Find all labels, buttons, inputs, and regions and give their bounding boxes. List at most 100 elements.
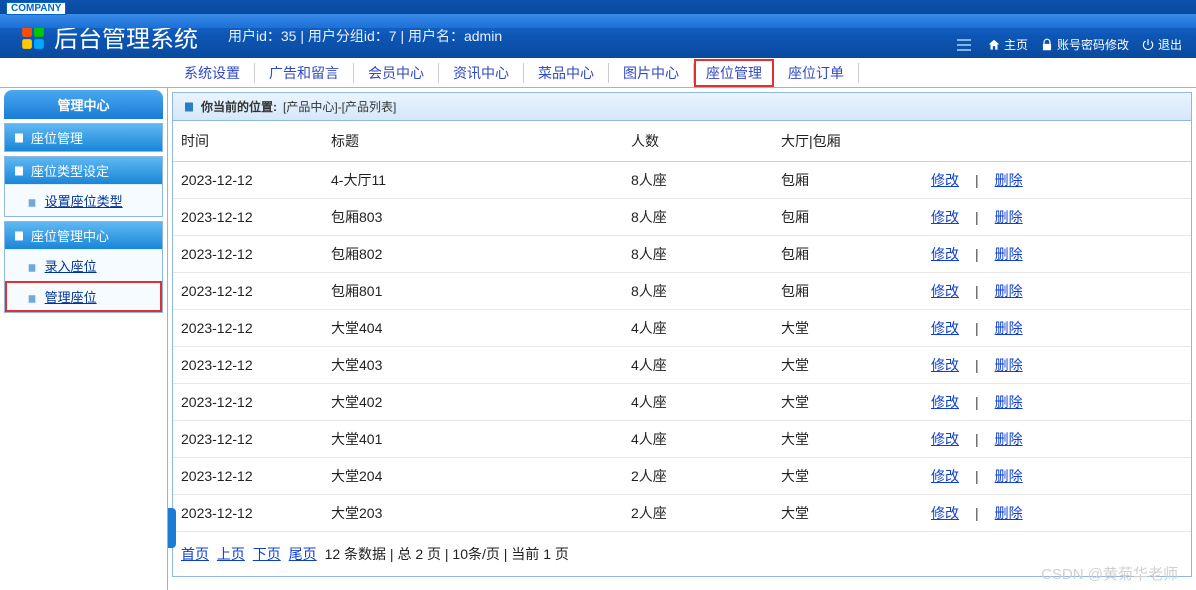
cell-date: 2023-12-12 [173,273,323,310]
nav-seats[interactable]: 座位管理 [694,59,774,87]
pagination: 首页 上页 下页 尾页 12 条数据 | 总 2 页 | 10条/页 | 当前 … [173,532,1191,576]
sidebar-header-type[interactable]: 座位类型设定 [5,157,162,184]
cell-title: 包厢802 [323,236,623,273]
page-prev[interactable]: 上页 [217,546,245,562]
col-actions [923,121,1191,162]
page-icon [27,198,37,208]
cell-date: 2023-12-12 [173,310,323,347]
cell-area: 大堂 [773,495,923,532]
page-icon [27,263,37,273]
header: 后台管理系统 用户id：35 | 用户分组id：7 | 用户名：admin 主页… [0,0,1196,58]
menu-icon[interactable] [957,39,971,51]
logout-button[interactable]: 退出 [1137,34,1186,55]
delete-link[interactable]: 删除 [995,431,1023,447]
edit-link[interactable]: 修改 [931,505,959,521]
cell-date: 2023-12-12 [173,384,323,421]
cell-date: 2023-12-12 [173,236,323,273]
cell-title: 包厢801 [323,273,623,310]
cell-area: 包厢 [773,273,923,310]
delete-link[interactable]: 删除 [995,394,1023,410]
sidebar-item-set-type[interactable]: 设置座位类型 [5,184,162,216]
edit-link[interactable]: 修改 [931,246,959,262]
cell-date: 2023-12-12 [173,199,323,236]
edit-link[interactable]: 修改 [931,394,959,410]
edit-link[interactable]: 修改 [931,357,959,373]
page-next[interactable]: 下页 [253,546,281,562]
nav-members[interactable]: 会员中心 [354,63,439,83]
sidebar-header-center[interactable]: 座位管理中心 [5,222,162,249]
nav-orders[interactable]: 座位订单 [774,63,859,83]
cell-people: 2人座 [623,458,773,495]
cell-actions: 修改|删除 [923,495,1191,532]
sidebar-tab[interactable]: 管理中心 [4,90,163,119]
cell-actions: 修改|删除 [923,384,1191,421]
cell-actions: 修改|删除 [923,347,1191,384]
page-first[interactable]: 首页 [181,546,209,562]
change-password-button[interactable]: 账号密码修改 [1036,34,1133,55]
delete-link[interactable]: 删除 [995,505,1023,521]
cell-title: 大堂401 [323,421,623,458]
cell-actions: 修改|删除 [923,236,1191,273]
col-time: 时间 [173,121,323,162]
cell-area: 大堂 [773,458,923,495]
nav-ads[interactable]: 广告和留言 [255,63,354,83]
sidebar: 管理中心 座位管理 座位类型设定 设置座位类型 座位管理中心 [0,88,168,590]
table-row: 2023-12-12大堂2032人座大堂修改|删除 [173,495,1191,532]
delete-link[interactable]: 删除 [995,468,1023,484]
content-area: 你当前的位置: [产品中心]-[产品列表] 时间 标题 人数 大厅|包厢 202… [168,88,1196,590]
edit-link[interactable]: 修改 [931,468,959,484]
cell-people: 8人座 [623,199,773,236]
cell-date: 2023-12-12 [173,162,323,199]
cell-area: 大堂 [773,421,923,458]
nav-system[interactable]: 系统设置 [170,63,255,83]
nav-news[interactable]: 资讯中心 [439,63,524,83]
edit-link[interactable]: 修改 [931,320,959,336]
page-last[interactable]: 尾页 [289,546,317,562]
table-row: 2023-12-124-大厅118人座包厢修改|删除 [173,162,1191,199]
power-icon [1141,38,1155,52]
edit-link[interactable]: 修改 [931,431,959,447]
doc-icon [13,230,25,242]
cell-title: 大堂203 [323,495,623,532]
cell-people: 8人座 [623,236,773,273]
cell-title: 大堂204 [323,458,623,495]
page-icon [27,294,37,304]
sidebar-item-add-seat[interactable]: 录入座位 [5,249,162,281]
delete-link[interactable]: 删除 [995,320,1023,336]
table-header-row: 时间 标题 人数 大厅|包厢 [173,121,1191,162]
sidebar-header-seat-mgmt[interactable]: 座位管理 [5,124,162,151]
delete-link[interactable]: 删除 [995,209,1023,225]
edit-link[interactable]: 修改 [931,172,959,188]
user-info: 用户id：35 | 用户分组id：7 | 用户名：admin [228,26,502,46]
nav-dishes[interactable]: 菜品中心 [524,63,609,83]
delete-link[interactable]: 删除 [995,246,1023,262]
table-row: 2023-12-12包厢8038人座包厢修改|删除 [173,199,1191,236]
cell-people: 4人座 [623,347,773,384]
table-row: 2023-12-12大堂4034人座大堂修改|删除 [173,347,1191,384]
nav-images[interactable]: 图片中心 [609,63,694,83]
cell-date: 2023-12-12 [173,347,323,384]
table-row: 2023-12-12大堂4014人座大堂修改|删除 [173,421,1191,458]
delete-link[interactable]: 删除 [995,283,1023,299]
cell-area: 大堂 [773,310,923,347]
cell-date: 2023-12-12 [173,421,323,458]
seat-table: 时间 标题 人数 大厅|包厢 2023-12-124-大厅118人座包厢修改|删… [173,121,1191,532]
logo-icon [20,25,46,51]
cell-actions: 修改|删除 [923,273,1191,310]
collapse-handle[interactable] [168,508,176,548]
cell-title: 大堂403 [323,347,623,384]
delete-link[interactable]: 删除 [995,172,1023,188]
cell-actions: 修改|删除 [923,162,1191,199]
edit-link[interactable]: 修改 [931,209,959,225]
home-button[interactable]: 主页 [983,34,1032,55]
col-title: 标题 [323,121,623,162]
sidebar-item-manage-seat[interactable]: 管理座位 [5,281,162,312]
cell-title: 4-大厅11 [323,162,623,199]
page-info: 12 条数据 | 总 2 页 | 10条/页 | 当前 1 页 [325,546,569,562]
main-nav: 系统设置 广告和留言 会员中心 资讯中心 菜品中心 图片中心 座位管理 座位订单 [0,58,1196,88]
cell-area: 大堂 [773,384,923,421]
delete-link[interactable]: 删除 [995,357,1023,373]
edit-link[interactable]: 修改 [931,283,959,299]
cell-actions: 修改|删除 [923,199,1191,236]
cell-title: 大堂402 [323,384,623,421]
